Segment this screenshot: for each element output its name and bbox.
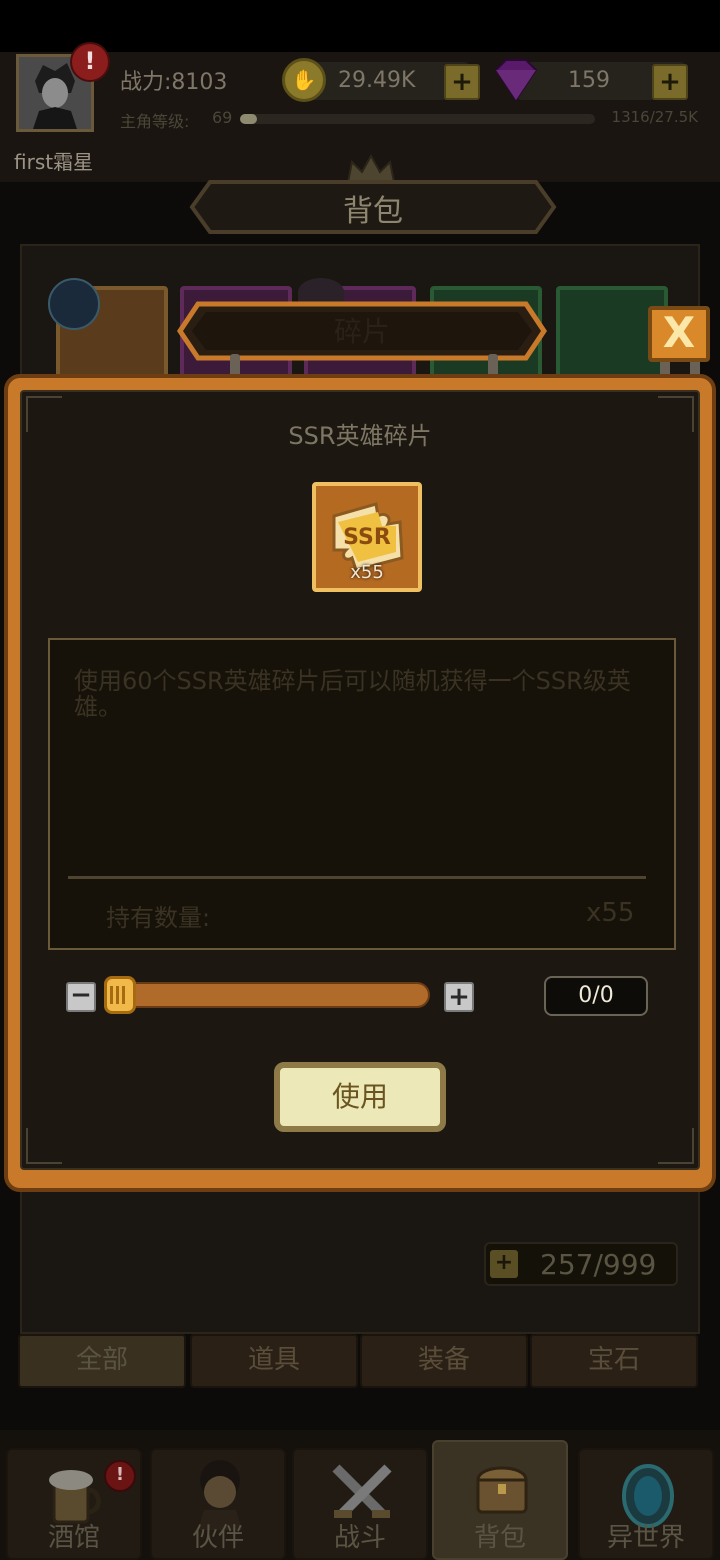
tab-gems[interactable]: 宝石 bbox=[530, 1334, 698, 1388]
nav-label: 异世界 bbox=[606, 1523, 685, 1553]
nav-label: 背包 bbox=[473, 1523, 526, 1553]
tavern-alert-badge: ! bbox=[104, 1460, 136, 1492]
quantity-slider[interactable] bbox=[110, 982, 430, 1008]
expand-capacity-button[interactable]: + bbox=[490, 1250, 518, 1278]
nav-label: 伙伴 bbox=[191, 1523, 244, 1553]
xp-text: 1316/27.5K bbox=[611, 108, 698, 126]
quantity-display: 0/0 bbox=[544, 976, 648, 1016]
increase-quantity-button[interactable]: + bbox=[444, 982, 474, 1012]
treasure-chest-icon bbox=[476, 1466, 528, 1514]
svg-text:SSR: SSR bbox=[343, 525, 391, 550]
corner-ornament bbox=[26, 1128, 62, 1164]
tab-all[interactable]: 全部 bbox=[18, 1334, 186, 1388]
owned-quantity-value: x55 bbox=[586, 898, 635, 928]
item-name: SSR英雄碎片 bbox=[288, 422, 432, 450]
use-button[interactable]: 使用 bbox=[274, 1062, 446, 1132]
nav-other-world[interactable]: 异世界 bbox=[578, 1448, 714, 1560]
capacity-value: 257/999 bbox=[540, 1248, 657, 1281]
add-gold-button[interactable]: + bbox=[444, 64, 480, 100]
nav-bag[interactable]: 背包 bbox=[432, 1440, 568, 1560]
owned-quantity-label: 持有数量: bbox=[106, 904, 211, 932]
tab-items[interactable]: 道具 bbox=[190, 1334, 358, 1388]
level-value: 69 bbox=[212, 108, 233, 127]
gold-coin-icon: ✋ bbox=[282, 58, 326, 102]
hero-badge-icon bbox=[48, 278, 100, 330]
item-description: 使用60个SSR英雄碎片后可以随机获得一个SSR级英雄。 bbox=[74, 667, 631, 721]
level-label: 主角等级: bbox=[120, 112, 190, 131]
item-count: x55 bbox=[350, 562, 384, 583]
xp-bar bbox=[240, 114, 595, 124]
corner-ornament bbox=[658, 1128, 694, 1164]
quantity-slider-handle[interactable] bbox=[104, 976, 136, 1014]
gem-value: 159 bbox=[568, 68, 610, 93]
status-bar bbox=[0, 0, 720, 52]
gem-icon bbox=[494, 59, 538, 102]
divider bbox=[68, 876, 646, 879]
nav-label: 酒馆 bbox=[47, 1523, 100, 1553]
nav-battle[interactable]: 战斗 bbox=[292, 1448, 428, 1560]
add-gem-button[interactable]: + bbox=[652, 64, 688, 100]
close-button[interactable]: X bbox=[648, 306, 710, 362]
tab-equipment[interactable]: 装备 bbox=[360, 1334, 528, 1388]
nav-partner[interactable]: 伙伴 bbox=[150, 1448, 286, 1560]
xp-bar-fill bbox=[240, 114, 258, 124]
gold-value: 29.49K bbox=[338, 68, 416, 93]
player-name: first霜星 bbox=[14, 150, 94, 174]
decrease-quantity-button[interactable]: − bbox=[66, 982, 96, 1012]
page-title: 背包 bbox=[343, 194, 403, 229]
popup-header-title: 碎片 bbox=[333, 315, 390, 348]
avatar-alert-badge: ! bbox=[70, 42, 110, 82]
power-value: 战力:8103 bbox=[120, 70, 228, 95]
nav-label: 战斗 bbox=[333, 1523, 386, 1553]
